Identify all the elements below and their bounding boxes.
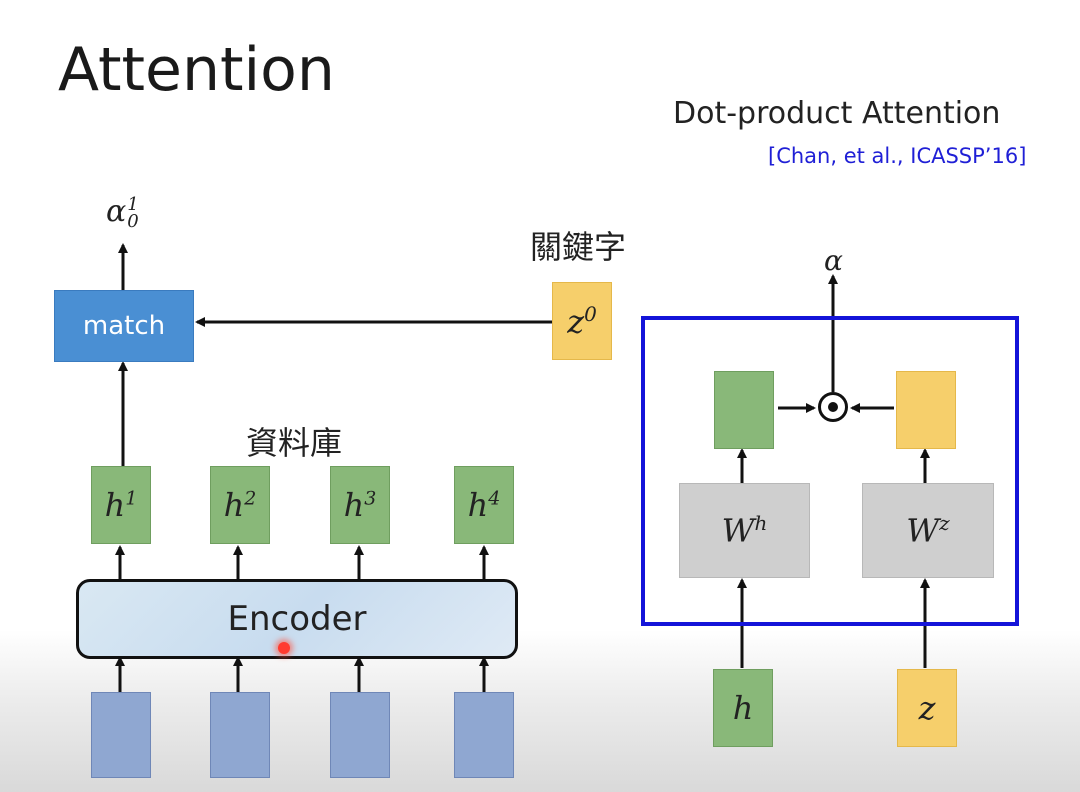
input-z-label: z bbox=[918, 689, 936, 727]
hidden-state-h2: h2 bbox=[210, 466, 270, 544]
hidden-state-h4: h4 bbox=[454, 466, 514, 544]
dot-product-frame bbox=[641, 316, 1019, 626]
h1-superscript: 1 bbox=[125, 487, 138, 510]
h3-superscript: 3 bbox=[364, 487, 377, 510]
transformed-z-box bbox=[896, 371, 956, 449]
wz-base: W bbox=[906, 511, 940, 550]
match-label: match bbox=[82, 311, 166, 341]
weight-matrix-wh: Wh bbox=[679, 483, 810, 578]
input-block-3 bbox=[330, 692, 390, 778]
alpha-symbol: α bbox=[106, 194, 127, 229]
h2-base: h bbox=[223, 486, 245, 524]
z0-base: z bbox=[567, 302, 585, 341]
weight-matrix-wz: Wz bbox=[862, 483, 994, 578]
encoder-block: Encoder bbox=[76, 579, 518, 659]
keyword-label: 關鍵字 bbox=[530, 228, 627, 266]
alpha-subscript: 0 bbox=[127, 211, 139, 232]
input-z-box: z bbox=[897, 669, 957, 747]
query-z0-box: z0 bbox=[552, 282, 612, 360]
database-label: 資料庫 bbox=[246, 424, 343, 462]
input-block-1 bbox=[91, 692, 151, 778]
input-h-label: h bbox=[732, 689, 754, 727]
input-block-4 bbox=[454, 692, 514, 778]
transformed-h-box bbox=[714, 371, 774, 449]
h3-base: h bbox=[343, 486, 365, 524]
h2-superscript: 2 bbox=[244, 487, 257, 510]
hidden-state-h1: h1 bbox=[91, 466, 151, 544]
input-h-box: h bbox=[713, 669, 773, 747]
z0-superscript: 0 bbox=[584, 301, 597, 326]
alpha-output-left: α10 bbox=[106, 194, 139, 232]
hidden-state-h3: h3 bbox=[330, 466, 390, 544]
h4-base: h bbox=[467, 486, 489, 524]
match-function-box: match bbox=[54, 290, 194, 362]
wz-superscript: z bbox=[939, 511, 950, 536]
h4-superscript: 4 bbox=[488, 487, 501, 510]
wh-base: W bbox=[721, 511, 755, 550]
h1-base: h bbox=[104, 486, 126, 524]
input-block-2 bbox=[210, 692, 270, 778]
wh-superscript: h bbox=[754, 511, 768, 536]
alpha-output-right: α bbox=[824, 244, 843, 277]
encoder-label: Encoder bbox=[227, 599, 367, 639]
cursor-pointer-dot bbox=[278, 642, 290, 654]
dot-product-operator-icon bbox=[818, 392, 848, 422]
